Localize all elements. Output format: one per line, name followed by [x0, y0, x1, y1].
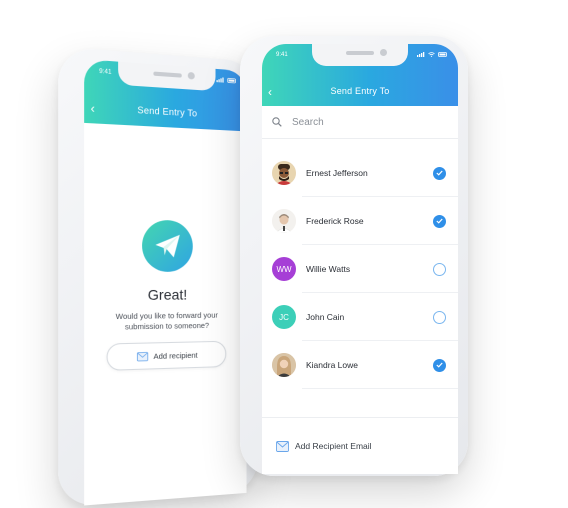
contact-row[interactable]: WW Willie Watts: [262, 245, 458, 293]
notch: [312, 44, 408, 66]
forward-prompt: Would you like to forward your submissio…: [84, 310, 246, 333]
back-header: 9:41 ‹ Send Entry To: [84, 59, 247, 132]
mail-icon: [137, 351, 148, 361]
contact-row[interactable]: Ernest Jefferson: [262, 149, 458, 197]
prompt-line-2: submission to someone?: [124, 320, 210, 332]
contact-name: Willie Watts: [306, 264, 351, 274]
contact-list: Ernest Jefferson Frederick Rose WW Willi…: [262, 149, 458, 389]
checkbox-checked-icon[interactable]: [433, 358, 446, 372]
search-bar: [262, 106, 458, 139]
contact-name: Frederick Rose: [306, 216, 364, 226]
avatar: [272, 209, 296, 233]
contact-name: John Cain: [306, 312, 345, 322]
add-recipient-label: Add recipient: [153, 350, 198, 361]
search-icon: [272, 117, 282, 127]
contact-name: Kiandra Lowe: [306, 360, 358, 370]
status-icons: [417, 52, 448, 57]
wifi-icon: [428, 52, 435, 57]
back-phone: 9:41 ‹ Send Entry To Great! Would you li…: [58, 46, 258, 508]
paper-plane-icon: [142, 219, 193, 272]
front-header: 9:41 ‹ Send Entry To: [262, 44, 458, 106]
status-icons: [216, 77, 236, 83]
contact-row[interactable]: JC John Cain: [262, 293, 458, 341]
header-title: Send Entry To: [137, 104, 198, 119]
status-time: 9:41: [276, 52, 288, 58]
back-phone-screen: 9:41 ‹ Send Entry To Great! Would you li…: [84, 59, 247, 506]
avatar-initials: WW: [272, 257, 296, 281]
signal-icon: [417, 52, 425, 57]
contact-name: Ernest Jefferson: [306, 168, 368, 178]
success-panel: Great! Would you like to forward your su…: [84, 219, 246, 372]
search-input[interactable]: [290, 115, 434, 129]
front-phone-screen: 9:41 ‹ Send Entry To Ernest Jefferson: [262, 44, 458, 474]
checkbox-unchecked-icon[interactable]: [433, 310, 446, 324]
checkbox-checked-icon[interactable]: [433, 166, 446, 180]
avatar: [272, 161, 296, 185]
battery-icon: [438, 52, 447, 57]
header-title: Send Entry To: [330, 86, 390, 96]
checkbox-unchecked-icon[interactable]: [433, 262, 446, 276]
contact-row[interactable]: Frederick Rose: [262, 197, 458, 245]
initials: JC: [279, 312, 289, 322]
add-recipient-email-button[interactable]: Add Recipient Email: [262, 417, 458, 474]
initials: WW: [276, 264, 292, 274]
add-recipient-email-label: Add Recipient Email: [295, 441, 372, 451]
signal-icon: [216, 77, 224, 83]
add-recipient-button[interactable]: Add recipient: [106, 340, 227, 371]
checkbox-checked-icon[interactable]: [433, 214, 446, 228]
battery-icon: [227, 78, 237, 84]
front-phone: 9:41 ‹ Send Entry To Ernest Jefferson: [240, 36, 468, 476]
avatar-initials: JC: [272, 305, 296, 329]
status-time: 9:41: [99, 68, 112, 76]
great-heading: Great!: [147, 286, 188, 303]
contact-row[interactable]: Kiandra Lowe: [262, 341, 458, 389]
notch: [118, 61, 216, 92]
mail-icon: [276, 440, 289, 452]
avatar: [272, 353, 296, 377]
